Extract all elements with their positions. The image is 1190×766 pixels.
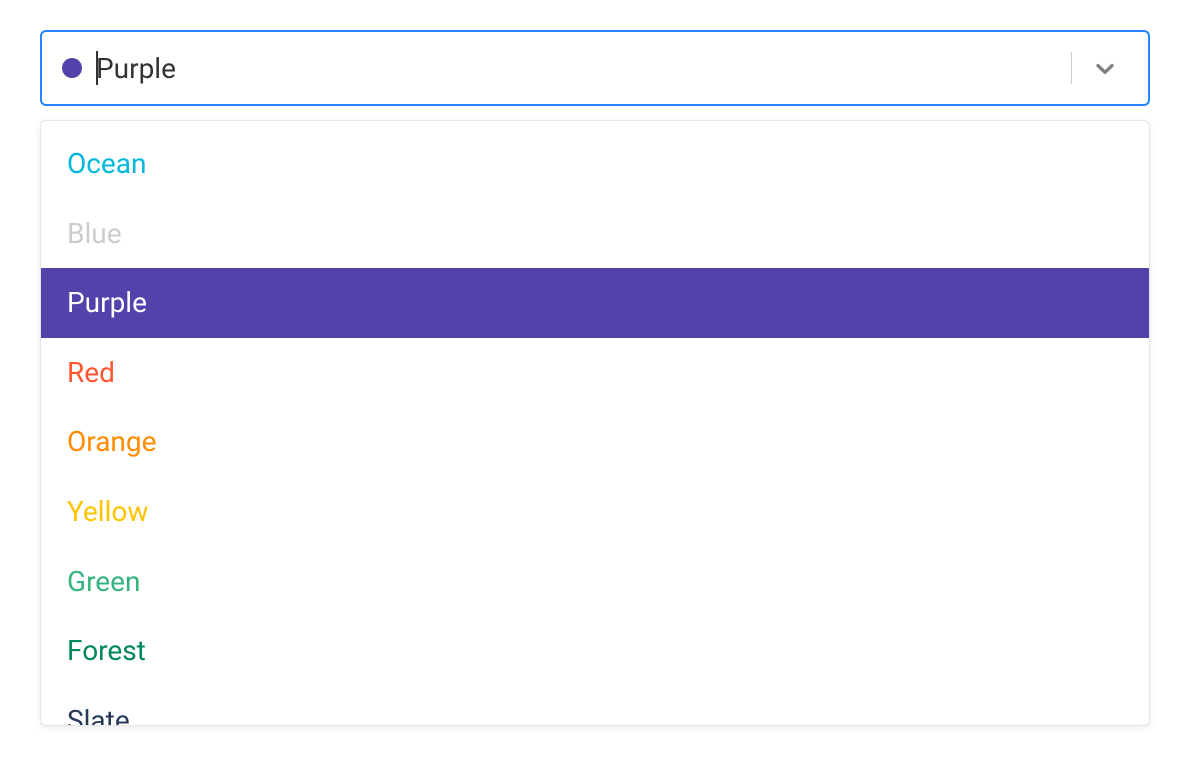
option-blue: Blue <box>41 199 1149 269</box>
option-yellow[interactable]: Yellow <box>41 477 1149 547</box>
option-red[interactable]: Red <box>41 338 1149 408</box>
option-forest[interactable]: Forest <box>41 616 1149 686</box>
indicators <box>1071 32 1132 104</box>
chevron-down-icon <box>1090 53 1120 83</box>
color-select[interactable]: Purple OceanBluePurpleRedOrangeYellowGre… <box>40 30 1150 106</box>
dropdown-indicator[interactable] <box>1072 32 1132 104</box>
option-purple[interactable]: Purple <box>41 268 1149 338</box>
selected-value-text: Purple <box>96 52 176 85</box>
option-slate[interactable]: Slate <box>41 686 1149 726</box>
menu-list: OceanBluePurpleRedOrangeYellowGreenFores… <box>41 121 1149 726</box>
option-green[interactable]: Green <box>41 547 1149 617</box>
selected-color-dot <box>62 58 82 78</box>
select-control[interactable]: Purple <box>40 30 1150 106</box>
selected-value-label: Purple <box>96 52 176 85</box>
select-menu: OceanBluePurpleRedOrangeYellowGreenFores… <box>40 120 1150 726</box>
value-container[interactable]: Purple <box>62 52 1071 85</box>
text-cursor <box>96 51 98 85</box>
option-orange[interactable]: Orange <box>41 407 1149 477</box>
option-ocean[interactable]: Ocean <box>41 129 1149 199</box>
